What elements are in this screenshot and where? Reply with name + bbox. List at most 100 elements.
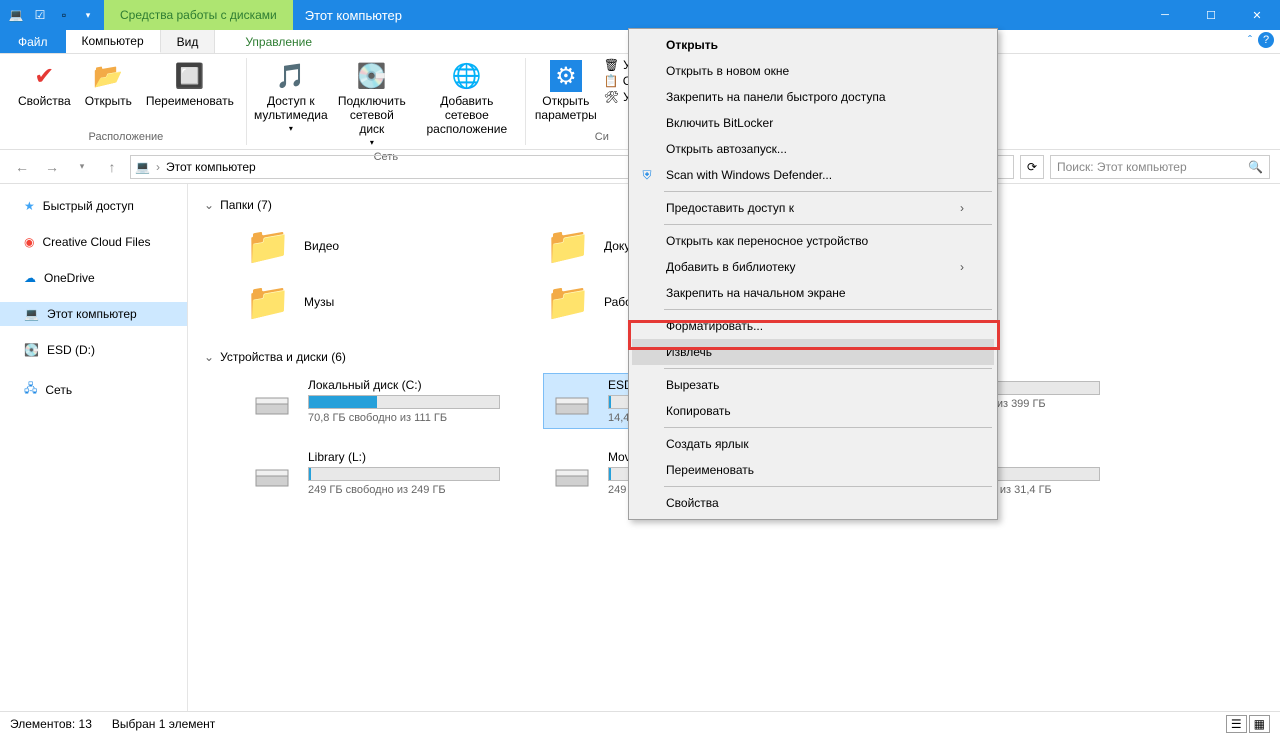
creative-cloud-icon: ◉ <box>24 235 34 249</box>
qat-properties-icon[interactable]: ▫ <box>54 5 74 25</box>
drive-icon <box>248 450 296 490</box>
drive-usage-bar <box>308 395 500 409</box>
media-icon: 🎵 <box>275 60 307 92</box>
nav-onedrive[interactable]: ☁OneDrive <box>0 266 187 290</box>
chevron-right-icon: › <box>960 260 964 274</box>
folder-icon: 📁 <box>544 222 592 270</box>
onedrive-icon: ☁ <box>24 271 36 285</box>
ctx-defender[interactable]: ⛨Scan with Windows Defender... <box>632 162 994 188</box>
folder-video[interactable]: 📁Видео <box>244 222 504 270</box>
search-input[interactable]: Поиск: Этот компьютер 🔍 <box>1050 155 1270 179</box>
folder-icon: 📁 <box>544 278 592 326</box>
refresh-button[interactable]: ⟳ <box>1020 155 1044 179</box>
rename-button[interactable]: 🔲Переименовать <box>142 58 238 129</box>
tab-manage[interactable]: Управление <box>215 30 342 53</box>
nav-creative-cloud[interactable]: ◉Creative Cloud Files <box>0 230 187 254</box>
ctx-share[interactable]: Предоставить доступ к› <box>632 195 994 221</box>
open-settings-button[interactable]: ⚙Открыть параметры <box>534 58 598 129</box>
title-bar: 💻 ☑ ▫ ▾ Средства работы с дисками Этот к… <box>0 0 1280 30</box>
nav-this-pc[interactable]: 💻Этот компьютер <box>0 302 187 326</box>
item-count: Элементов: 13 <box>10 717 92 731</box>
qat-checkbox-icon[interactable]: ☑ <box>30 5 50 25</box>
chevron-right-icon: › <box>960 201 964 215</box>
drive-free-text: 70,8 ГБ свободно из 111 ГБ <box>308 412 500 424</box>
breadcrumb[interactable]: Этот компьютер <box>166 160 256 174</box>
shield-icon: ⛨ <box>638 166 656 184</box>
network-icon: 🖧 <box>24 379 37 400</box>
drive-icon: 💽 <box>24 343 39 357</box>
props-icon: 📋 <box>604 74 619 88</box>
context-tab-drive-tools[interactable]: Средства работы с дисками <box>104 0 293 30</box>
qat-dropdown-icon[interactable]: ▾ <box>78 5 98 25</box>
drive-name: Локальный диск (C:) <box>308 378 500 392</box>
map-drive-button[interactable]: 💽Подключить сетевой диск▾ <box>333 58 411 149</box>
drive-usage-bar <box>308 467 500 481</box>
drive-icon <box>548 378 596 418</box>
search-icon: 🔍 <box>1248 160 1263 174</box>
icons-view-button[interactable]: ▦ <box>1249 715 1270 733</box>
star-icon: ★ <box>24 199 35 213</box>
collapse-ribbon-icon[interactable]: ˆ <box>1248 33 1252 47</box>
details-view-button[interactable]: ☰ <box>1226 715 1247 733</box>
forward-button[interactable]: → <box>40 155 64 179</box>
selection-count: Выбран 1 элемент <box>112 717 215 731</box>
pc-icon: 💻 <box>24 307 39 321</box>
ctx-copy[interactable]: Копировать <box>632 398 994 424</box>
minimize-button[interactable]: ─ <box>1142 0 1188 30</box>
group-location-label: Расположение <box>89 129 164 145</box>
drive-icon <box>548 450 596 490</box>
folder-icon: 📁 <box>244 278 292 326</box>
this-pc-icon: 💻 <box>135 160 150 174</box>
tab-file[interactable]: Файл <box>0 30 66 53</box>
chevron-down-icon: ⌄ <box>204 198 214 212</box>
drive-name: Library (L:) <box>308 450 500 464</box>
ctx-shortcut[interactable]: Создать ярлык <box>632 431 994 457</box>
drive-free-text: 249 ГБ свободно из 249 ГБ <box>308 484 500 496</box>
up-button[interactable]: ↑ <box>100 155 124 179</box>
navigation-pane: ★Быстрый доступ ◉Creative Cloud Files ☁O… <box>0 184 188 711</box>
ctx-format[interactable]: Форматировать... <box>632 313 994 339</box>
ctx-pin-quick-access[interactable]: Закрепить на панели быстрого доступа <box>632 84 994 110</box>
ctx-pin-start[interactable]: Закрепить на начальном экране <box>632 280 994 306</box>
ctx-cut[interactable]: Вырезать <box>632 372 994 398</box>
drive-item[interactable]: Локальный диск (C:) 70,8 ГБ свободно из 1… <box>244 374 504 428</box>
uninstall-icon: 🗑 <box>604 58 619 72</box>
tab-view[interactable]: Вид <box>161 30 216 53</box>
ctx-open-portable[interactable]: Открыть как переносное устройство <box>632 228 994 254</box>
chevron-down-icon: ⌄ <box>204 350 214 364</box>
nav-esd-drive[interactable]: 💽ESD (D:) <box>0 338 187 362</box>
close-button[interactable]: ✕ <box>1234 0 1280 30</box>
ctx-open-new-window[interactable]: Открыть в новом окне <box>632 58 994 84</box>
tab-computer[interactable]: Компьютер <box>66 30 161 53</box>
ctx-rename[interactable]: Переименовать <box>632 457 994 483</box>
nav-quick-access[interactable]: ★Быстрый доступ <box>0 194 187 218</box>
rename-icon: 🔲 <box>174 60 206 92</box>
ctx-bitlocker[interactable]: Включить BitLocker <box>632 110 994 136</box>
ctx-eject[interactable]: Извлечь <box>632 339 994 365</box>
open-button[interactable]: 📂Открыть <box>81 58 136 129</box>
ctx-autorun[interactable]: Открыть автозапуск... <box>632 136 994 162</box>
group-system-label: Си <box>595 129 609 145</box>
maximize-button[interactable]: ☐ <box>1188 0 1234 30</box>
context-menu: Открыть Открыть в новом окне Закрепить н… <box>628 28 998 520</box>
ctx-properties[interactable]: Свойства <box>632 490 994 516</box>
nav-network[interactable]: 🖧Сеть <box>0 374 187 405</box>
drive-icon <box>248 378 296 418</box>
ctx-add-library[interactable]: Добавить в библиотеку› <box>632 254 994 280</box>
window-title: Этот компьютер <box>293 0 1142 30</box>
this-pc-icon: 💻 <box>6 5 26 25</box>
network-location-icon: 🌐 <box>451 60 483 92</box>
help-icon[interactable]: ? <box>1258 32 1274 48</box>
folder-music[interactable]: 📁Музы <box>244 278 504 326</box>
media-access-button[interactable]: 🎵Доступ к мультимедиа▾ <box>255 58 327 149</box>
add-network-button[interactable]: 🌐Добавить сетевое расположение <box>417 58 517 149</box>
back-button[interactable]: ← <box>10 155 34 179</box>
status-bar: Элементов: 13 Выбран 1 элемент ☰ ▦ <box>0 711 1280 735</box>
ctx-open[interactable]: Открыть <box>632 32 994 58</box>
recent-dropdown[interactable]: ▾ <box>70 155 94 179</box>
checkmark-icon: ✔ <box>28 60 60 92</box>
properties-button[interactable]: ✔Свойства <box>14 58 75 129</box>
drive-item[interactable]: Library (L:) 249 ГБ свободно из 249 ГБ <box>244 446 504 500</box>
network-drive-icon: 💽 <box>356 60 388 92</box>
folder-icon: 📁 <box>244 222 292 270</box>
